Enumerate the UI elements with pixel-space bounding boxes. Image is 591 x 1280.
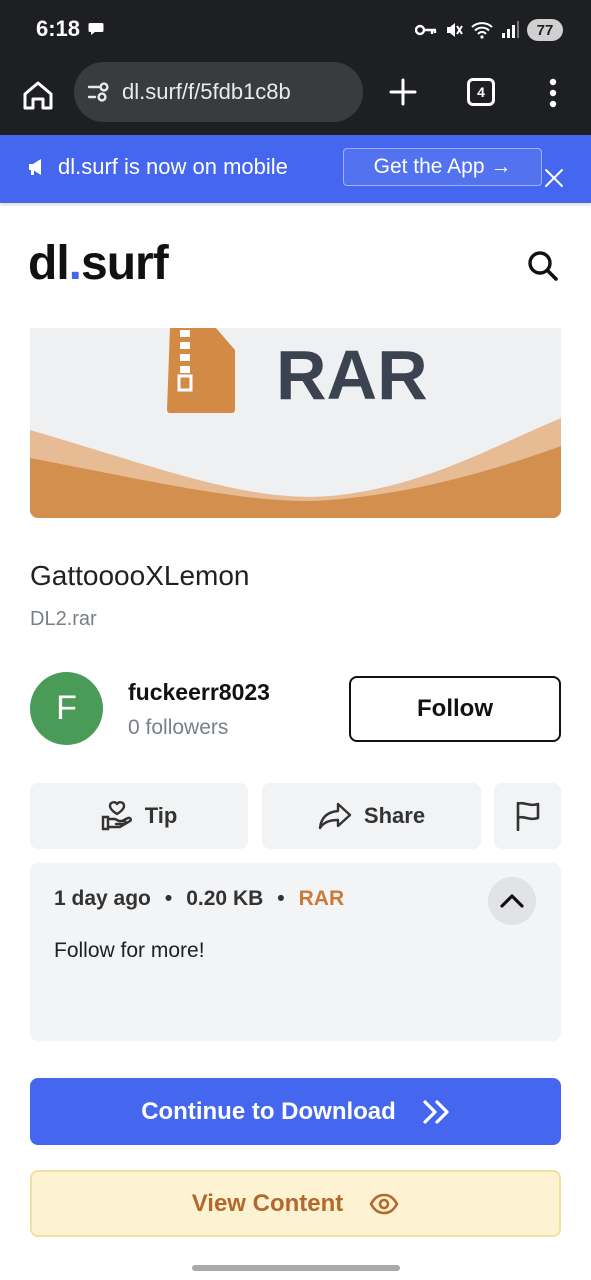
app-promo-banner: dl.surf is now on mobile Get the App → bbox=[0, 135, 591, 203]
tip-label: Tip bbox=[144, 803, 178, 828]
message-icon bbox=[88, 23, 104, 35]
file-info-card: 1 day ago • 0.20 KB • RAR Follow for mor… bbox=[30, 863, 561, 1041]
more-menu-icon[interactable] bbox=[549, 78, 557, 108]
status-time: 6:18 bbox=[36, 16, 81, 41]
browser-toolbar: dl.surf/f/5fdb1c8b 4 bbox=[0, 60, 591, 135]
collapse-button[interactable] bbox=[488, 877, 536, 925]
site-logo[interactable]: dl.surf bbox=[28, 236, 169, 291]
logo-dot: . bbox=[68, 237, 82, 290]
wifi-icon bbox=[471, 22, 493, 39]
uploader-name[interactable]: fuckeerr8023 bbox=[128, 679, 270, 706]
tip-hand-heart-icon bbox=[101, 801, 132, 831]
search-icon[interactable] bbox=[527, 250, 559, 282]
url-text: dl.surf/f/5fdb1c8b bbox=[122, 79, 291, 104]
logo-text-dl: dl bbox=[28, 237, 70, 290]
get-app-button[interactable]: Get the App → bbox=[343, 148, 542, 186]
site-header: dl.surf bbox=[0, 204, 591, 324]
tip-button[interactable]: Tip bbox=[30, 783, 248, 849]
tabs-icon[interactable]: 4 bbox=[467, 78, 495, 106]
upload-age: 1 day ago bbox=[54, 887, 151, 910]
chevron-up-icon bbox=[500, 894, 524, 908]
thumbnail-label: RAR bbox=[276, 336, 428, 414]
megaphone-icon bbox=[29, 159, 41, 175]
close-icon[interactable] bbox=[544, 168, 564, 188]
file-title: GattooooXLemon bbox=[30, 560, 250, 591]
site-settings-icon[interactable] bbox=[86, 79, 112, 105]
continue-download-button[interactable]: Continue to Download bbox=[30, 1078, 561, 1145]
status-bar: 6:18 77 bbox=[0, 0, 591, 60]
report-button[interactable] bbox=[494, 783, 561, 849]
home-icon[interactable] bbox=[18, 75, 58, 115]
file-description: Follow for more! bbox=[54, 939, 205, 962]
mute-icon bbox=[447, 23, 463, 37]
battery-icon: 77 bbox=[527, 19, 563, 41]
download-label: Continue to Download bbox=[141, 1097, 396, 1125]
follower-count: 0 followers bbox=[128, 716, 229, 739]
flag-icon bbox=[516, 801, 539, 831]
view-content-button[interactable]: View Content bbox=[30, 1170, 561, 1237]
address-bar[interactable]: dl.surf/f/5fdb1c8b bbox=[74, 62, 363, 122]
rar-thumbnail-graphic: RAR bbox=[30, 328, 561, 518]
gesture-home-indicator[interactable] bbox=[192, 1265, 400, 1271]
view-label: View Content bbox=[191, 1189, 344, 1217]
status-icons: 77 bbox=[415, 16, 563, 44]
share-label: Share bbox=[363, 803, 426, 828]
double-chevron-right-icon bbox=[423, 1099, 449, 1124]
file-name: DL2.rar bbox=[30, 608, 97, 630]
zip-file-icon bbox=[167, 328, 235, 413]
file-meta: 1 day ago • 0.20 KB • RAR bbox=[54, 887, 344, 911]
share-arrow-icon bbox=[318, 802, 352, 830]
avatar[interactable]: F bbox=[30, 672, 103, 745]
eye-icon bbox=[369, 1193, 399, 1214]
meta-separator: • bbox=[164, 887, 173, 910]
vpn-key-icon bbox=[415, 24, 437, 36]
file-type: RAR bbox=[298, 887, 345, 910]
share-button[interactable]: Share bbox=[262, 783, 481, 849]
promo-text: dl.surf is now on mobile bbox=[58, 154, 288, 179]
file-thumbnail[interactable]: RAR bbox=[30, 328, 561, 518]
new-tab-plus-icon[interactable] bbox=[388, 77, 418, 107]
file-size: 0.20 KB bbox=[186, 887, 264, 910]
meta-separator: • bbox=[277, 887, 285, 910]
logo-text-surf: surf bbox=[81, 237, 169, 290]
signal-icon bbox=[502, 21, 519, 38]
follow-button[interactable]: Follow bbox=[349, 676, 561, 742]
